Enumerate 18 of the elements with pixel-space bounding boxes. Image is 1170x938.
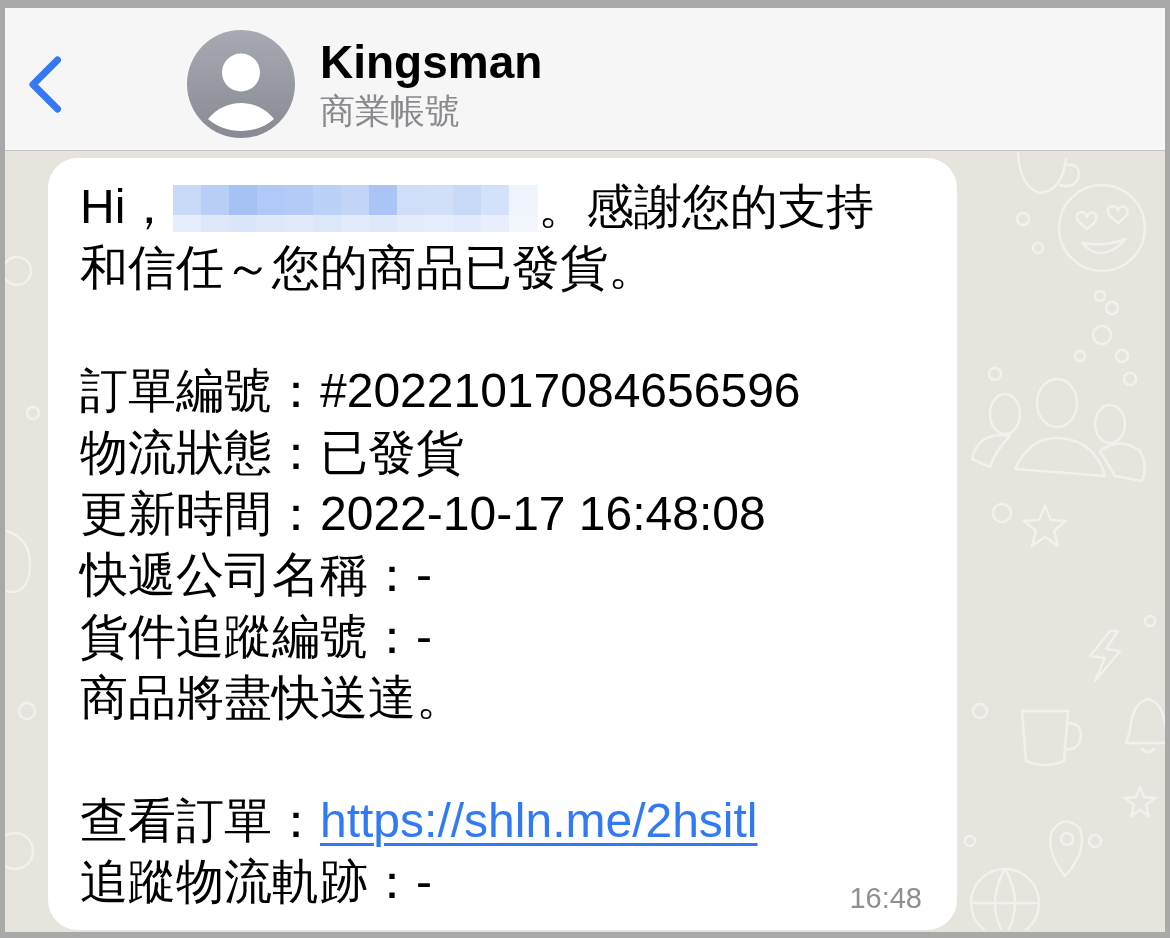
- message-text: 快遞公司名稱：-: [80, 547, 432, 604]
- message-text: 訂單編號：#20221017084656596: [80, 363, 801, 420]
- person-avatar-icon: [187, 30, 295, 138]
- message-text: 。感謝您的支持: [538, 179, 875, 235]
- link-label: 查看訂單：: [80, 793, 320, 849]
- account-type-label: 商業帳號: [320, 91, 461, 131]
- message-text: 物流狀態：已發貨: [80, 424, 464, 481]
- message-text: 商品將盡快送達。: [80, 670, 464, 727]
- message-text: 更新時間：2022-10-17 16:48:08: [80, 486, 766, 542]
- chevron-left-icon: [28, 55, 62, 113]
- message-time: 16:48: [849, 882, 922, 913]
- contact-name: Kingsman: [320, 37, 543, 87]
- order-link[interactable]: https://shln.me/2hsitl: [320, 790, 758, 852]
- message-text: 貨件追蹤編號：-: [80, 608, 432, 665]
- message-text: 追蹤物流軌跡：-: [80, 854, 432, 911]
- message-text: 和信任～您的商品已發貨。: [80, 240, 656, 297]
- back-button[interactable]: [28, 55, 62, 113]
- message-text: Hi，: [80, 179, 174, 235]
